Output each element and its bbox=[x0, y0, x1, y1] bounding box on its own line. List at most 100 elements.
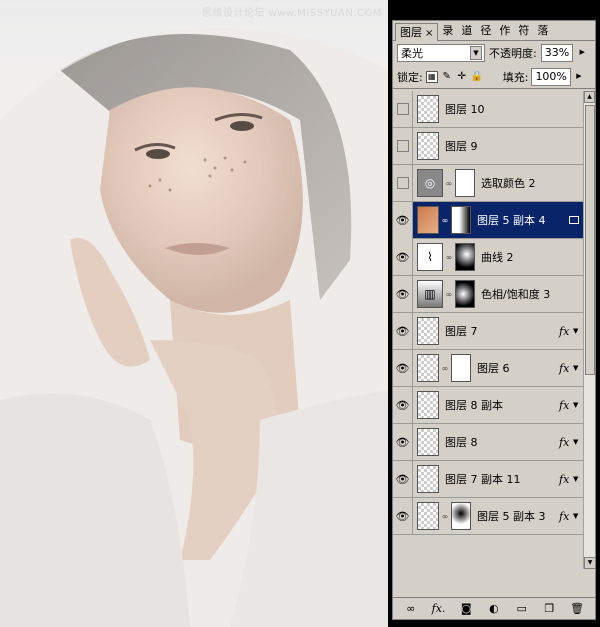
layer-thumbnail bbox=[417, 354, 439, 382]
layer-thumbs bbox=[413, 428, 439, 456]
visibility-toggle[interactable]: 👁 bbox=[393, 201, 413, 239]
eye-icon: 👁 bbox=[395, 435, 410, 449]
opacity-arrow-icon[interactable]: ▶ bbox=[577, 44, 587, 62]
fill-input[interactable]: 100% bbox=[531, 67, 571, 86]
layers-scrollbar[interactable]: ▲ ▼ bbox=[583, 91, 596, 569]
scroll-down-icon[interactable]: ▼ bbox=[584, 557, 596, 569]
visibility-toggle[interactable]: 👁 bbox=[393, 460, 413, 498]
layer-row[interactable]: ◎ ∞ 选取颜色 2 bbox=[393, 164, 583, 202]
layer-name[interactable]: 曲线 2 bbox=[475, 249, 583, 265]
hue-saturation-icon: ▥ bbox=[417, 280, 443, 308]
layer-name[interactable]: 图层 9 bbox=[439, 138, 583, 154]
fx-icon[interactable]: fx bbox=[559, 510, 573, 523]
chevron-down-icon[interactable]: ▼ bbox=[573, 475, 583, 483]
fx-icon[interactable]: fx bbox=[559, 362, 573, 375]
link-layers-icon[interactable]: ∞ bbox=[402, 602, 420, 615]
layer-name[interactable]: 图层 6 bbox=[471, 360, 559, 376]
layer-mask bbox=[455, 169, 475, 197]
scroll-up-icon[interactable]: ▲ bbox=[584, 91, 595, 103]
new-group-icon[interactable]: ▭ bbox=[513, 602, 531, 615]
layer-name[interactable]: 图层 7 副本 11 bbox=[439, 471, 559, 487]
panel-tabs: 图层 × 录 道 径 作 符 落 bbox=[393, 21, 595, 41]
lock-transparent-icon[interactable]: ▦ bbox=[425, 70, 438, 83]
layer-thumbnail bbox=[417, 502, 439, 530]
scroll-thumb[interactable] bbox=[585, 105, 595, 375]
opacity-input[interactable]: 33% bbox=[540, 44, 574, 62]
layer-name[interactable]: 图层 5 副本 3 bbox=[471, 508, 559, 524]
layer-thumbs: ▥ ∞ bbox=[413, 280, 475, 308]
tab-3[interactable]: 径 bbox=[476, 22, 495, 40]
layer-mask bbox=[455, 243, 475, 271]
tab-layers[interactable]: 图层 × bbox=[395, 23, 439, 41]
chevron-down-icon[interactable]: ▼ bbox=[573, 364, 583, 372]
layer-row-selected[interactable]: 👁 ∞ 图层 5 副本 4 bbox=[393, 201, 583, 239]
chevron-down-icon[interactable]: ▼ bbox=[573, 401, 583, 409]
portrait-photo bbox=[0, 0, 388, 627]
layer-row[interactable]: 👁 ⌇ ∞ 曲线 2 bbox=[393, 238, 583, 276]
layer-name[interactable]: 图层 7 bbox=[439, 323, 559, 339]
layer-name[interactable]: 色相/饱和度 3 bbox=[475, 286, 583, 302]
blend-mode-select[interactable]: 柔光 ▼ bbox=[397, 44, 485, 62]
new-layer-icon[interactable]: ❐ bbox=[540, 602, 558, 615]
layer-row[interactable]: 图层 9 bbox=[393, 127, 583, 165]
tab-1[interactable]: 录 bbox=[438, 22, 457, 40]
layer-style-icon[interactable]: fx. bbox=[430, 602, 448, 615]
layer-mask bbox=[455, 280, 475, 308]
layer-name[interactable]: 图层 10 bbox=[439, 101, 583, 117]
trash-icon[interactable]: 🗑 bbox=[568, 602, 586, 615]
add-mask-icon[interactable]: ◙ bbox=[457, 602, 475, 615]
link-icon: ∞ bbox=[445, 252, 453, 262]
layers-list: 图层 10 图层 9 ◎ ∞ 选取颜色 2 👁 ∞ 图层 5 副本 4 👁 ⌇ … bbox=[393, 91, 583, 569]
tab-6[interactable]: 落 bbox=[533, 22, 552, 40]
layers-panel[interactable]: 图层 × 录 道 径 作 符 落 柔光 ▼ 不透明度: 33% ▶ 锁定: ▦ ✎… bbox=[392, 20, 596, 620]
visibility-toggle[interactable] bbox=[393, 164, 413, 202]
visibility-toggle[interactable] bbox=[393, 127, 413, 165]
visibility-toggle[interactable]: 👁 bbox=[393, 349, 413, 387]
tab-5[interactable]: 符 bbox=[514, 22, 533, 40]
fx-icon[interactable]: fx bbox=[559, 436, 573, 449]
opacity-label: 不透明度: bbox=[489, 47, 537, 60]
layer-row[interactable]: 👁 ▥ ∞ 色相/饱和度 3 bbox=[393, 275, 583, 313]
tab-2[interactable]: 道 bbox=[457, 22, 476, 40]
layer-thumbnail bbox=[417, 95, 439, 123]
image-canvas[interactable]: 思缘设计论坛 www.MISSYUAN.COM bbox=[0, 0, 388, 627]
layer-name[interactable]: 图层 5 副本 4 bbox=[471, 212, 569, 228]
lock-move-icon[interactable]: ✛ bbox=[456, 71, 468, 82]
layer-row[interactable]: 👁 图层 8 副本 fx ▼ bbox=[393, 386, 583, 424]
layer-name[interactable]: 图层 8 副本 bbox=[439, 397, 559, 413]
layer-row[interactable]: 👁 图层 8 fx ▼ bbox=[393, 423, 583, 461]
visibility-toggle[interactable]: 👁 bbox=[393, 386, 413, 424]
eye-icon: 👁 bbox=[395, 472, 410, 486]
chevron-down-icon[interactable]: ▼ bbox=[573, 327, 583, 335]
layer-name[interactable]: 图层 8 bbox=[439, 434, 559, 450]
fx-icon[interactable]: fx bbox=[559, 473, 573, 486]
visibility-toggle[interactable]: 👁 bbox=[393, 275, 413, 313]
chevron-down-icon[interactable]: ▼ bbox=[573, 512, 583, 520]
chevron-down-icon: ▼ bbox=[470, 46, 482, 60]
layer-row[interactable]: 👁 图层 7 副本 11 fx ▼ bbox=[393, 460, 583, 498]
fx-icon[interactable]: fx bbox=[559, 325, 573, 338]
layer-thumbnail bbox=[417, 317, 439, 345]
eye-icon: 👁 bbox=[395, 250, 410, 264]
visibility-toggle[interactable] bbox=[393, 91, 413, 128]
lock-all-icon[interactable]: 🔒 bbox=[471, 71, 483, 82]
layer-row[interactable]: 图层 10 bbox=[393, 91, 583, 128]
visibility-toggle[interactable]: 👁 bbox=[393, 238, 413, 276]
layer-row[interactable]: 👁 图层 7 fx ▼ bbox=[393, 312, 583, 350]
tab-4[interactable]: 作 bbox=[495, 22, 514, 40]
visibility-toggle[interactable]: 👁 bbox=[393, 312, 413, 350]
watermark-text: 思缘设计论坛 www.MISSYUAN.COM bbox=[201, 8, 382, 19]
visibility-toggle[interactable]: 👁 bbox=[393, 423, 413, 461]
lock-brush-icon[interactable]: ✎ bbox=[441, 71, 453, 82]
layer-row[interactable]: 👁 ∞ 图层 6 fx ▼ bbox=[393, 349, 583, 387]
chevron-down-icon[interactable]: ▼ bbox=[573, 438, 583, 446]
fx-icon[interactable]: fx bbox=[559, 399, 573, 412]
layers-bottom-toolbar: ∞ fx. ◙ ◐ ▭ ❐ 🗑 bbox=[393, 597, 595, 619]
close-icon[interactable]: × bbox=[425, 28, 433, 39]
visibility-toggle[interactable]: 👁 bbox=[393, 497, 413, 535]
adjustment-layer-icon[interactable]: ◐ bbox=[485, 602, 503, 615]
hidden-box-icon bbox=[396, 177, 409, 189]
layer-row[interactable]: 👁 ∞ 图层 5 副本 3 fx ▼ bbox=[393, 497, 583, 535]
fill-arrow-icon[interactable]: ▶ bbox=[574, 68, 584, 86]
layer-name[interactable]: 选取颜色 2 bbox=[475, 175, 583, 191]
